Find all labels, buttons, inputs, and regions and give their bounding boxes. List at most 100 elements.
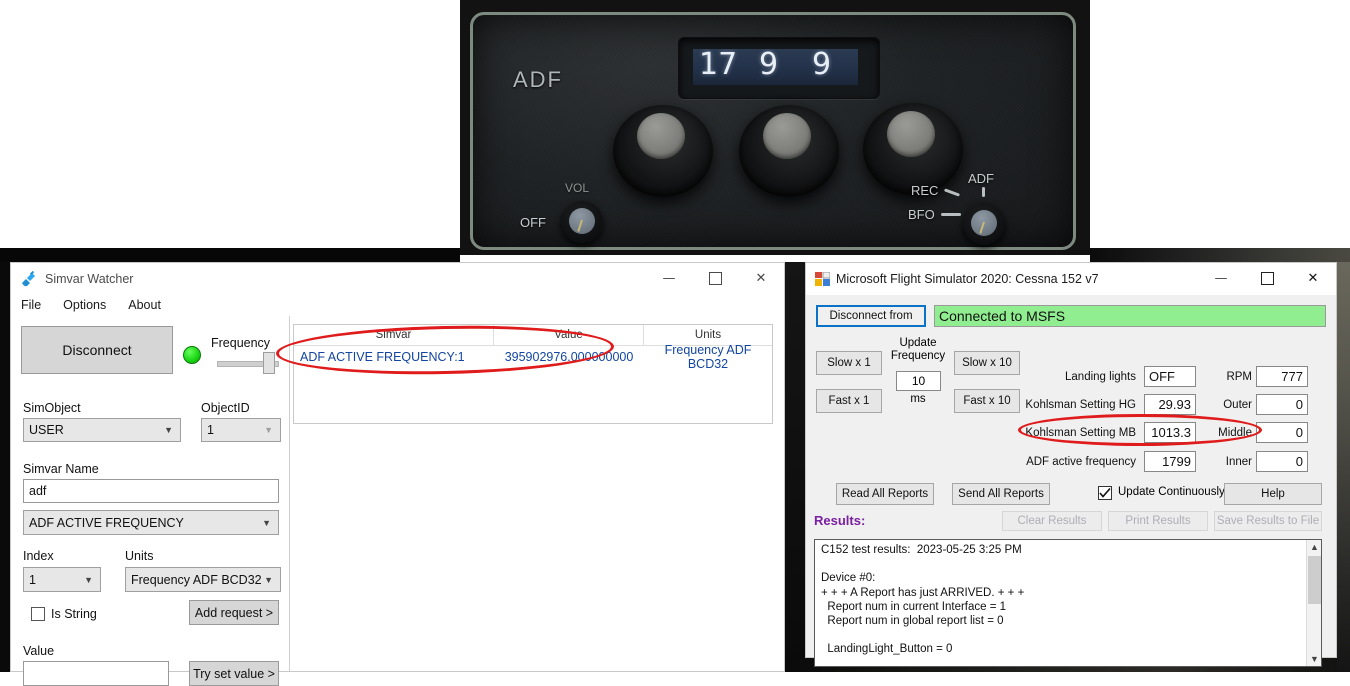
results-textarea[interactable]: C152 test results: 2023-05-25 3:25 PM De… (814, 539, 1322, 667)
is-string-checkbox[interactable] (31, 607, 45, 621)
update-frequency-label: Update Frequency (890, 337, 946, 362)
fast-x1-button[interactable]: Fast x 1 (816, 389, 882, 413)
close-button[interactable]: ✕ (1290, 263, 1336, 294)
scroll-down-icon[interactable]: ▼ (1307, 652, 1321, 666)
knob-cap (763, 113, 811, 159)
is-string-label: Is String (51, 607, 97, 621)
help-button[interactable]: Help (1224, 483, 1322, 505)
update-frequency-input[interactable]: 10 (896, 371, 941, 391)
vol-label: VOL (565, 181, 590, 195)
objectid-select[interactable]: 1 ▼ (201, 418, 281, 442)
knob-cap (637, 113, 685, 159)
simvar-watcher-window[interactable]: Simvar Watcher — ✕ File Options About Di… (10, 262, 785, 686)
annotation-ellipse-adf-frequency (1018, 414, 1262, 446)
inner-value[interactable]: 0 (1256, 451, 1308, 472)
add-request-button[interactable]: Add request > (189, 600, 279, 625)
adf-active-frequency-value[interactable]: 1799 (1144, 451, 1196, 472)
index-select[interactable]: 1 ▼ (23, 567, 101, 592)
connection-status-led (183, 346, 201, 364)
simvar-name-input[interactable]: adf (23, 479, 279, 503)
value-input[interactable] (23, 661, 169, 686)
units-select[interactable]: Frequency ADF BCD32 ▼ (125, 567, 281, 592)
middle-value[interactable]: 0 (1256, 422, 1308, 443)
panel-divider (289, 316, 290, 671)
update-continuously-checkbox[interactable] (1098, 486, 1112, 500)
print-results-button: Print Results (1108, 511, 1208, 531)
menu-item-about[interactable]: About (128, 298, 161, 312)
units-label: Units (125, 549, 154, 563)
adf-frequency-display: 17 9 9 (693, 49, 858, 85)
maximize-button[interactable] (692, 263, 738, 294)
menu-item-file[interactable]: File (21, 298, 41, 312)
adf-active-frequency-label: ADF active frequency (1026, 456, 1136, 468)
results-text: C152 test results: 2023-05-25 3:25 PM De… (821, 544, 1025, 656)
adf-mode-selector-knob[interactable] (963, 203, 1005, 245)
try-set-value-button[interactable]: Try set value > (189, 661, 279, 686)
knob-cap (569, 208, 595, 234)
simobject-select[interactable]: USER ▼ (23, 418, 181, 442)
clear-results-button: Clear Results (1002, 511, 1102, 531)
msfs-window-controls[interactable]: — ✕ (1198, 263, 1336, 294)
scroll-up-icon[interactable]: ▲ (1307, 540, 1321, 554)
outer-value[interactable]: 0 (1256, 394, 1308, 415)
adf-digit-1: 17 (699, 49, 738, 82)
adf-volume-knob[interactable] (561, 201, 603, 243)
bfo-tick (941, 213, 961, 216)
kohlsman-hg-value[interactable]: 29.93 (1144, 394, 1196, 415)
adf-radio-photo: ADF 17 9 9 VOL OFF REC BFO ADF (460, 0, 1090, 255)
close-button[interactable]: ✕ (738, 263, 784, 294)
column-header-units[interactable]: Units (644, 325, 772, 345)
simvar-watcher-titlebar[interactable]: Simvar Watcher — ✕ (11, 263, 784, 294)
msfs-window[interactable]: Microsoft Flight Simulator 2020: Cessna … (805, 262, 1337, 667)
simvar-name-label: Simvar Name (23, 462, 99, 476)
kohlsman-hg-label: Kohlsman Setting HG (1025, 399, 1136, 411)
objectid-value: 1 (207, 423, 214, 437)
desktop-background-right-strip (1337, 262, 1350, 672)
adf-mode-label: ADF (968, 171, 994, 186)
simvar-menubar[interactable]: File Options About (11, 294, 784, 316)
units-value: Frequency ADF BCD32 (131, 572, 262, 587)
adf-tune-knob-3[interactable] (863, 103, 963, 195)
disconnect-button[interactable]: Disconnect (21, 326, 173, 374)
simobject-value: USER (29, 423, 64, 437)
results-label: Results: (814, 513, 866, 528)
save-results-button: Save Results to File (1214, 511, 1322, 531)
adf-tick (982, 187, 985, 197)
scrollbar-thumb[interactable] (1308, 556, 1321, 604)
adf-display-frame: 17 9 9 (678, 37, 880, 99)
simvar-select[interactable]: ADF ACTIVE FREQUENCY ▼ (23, 510, 279, 535)
rpm-value[interactable]: 777 (1256, 366, 1308, 387)
minimize-button[interactable]: — (646, 263, 692, 294)
knob-cap (887, 111, 935, 157)
outer-label: Outer (1223, 399, 1252, 411)
msfs-titlebar[interactable]: Microsoft Flight Simulator 2020: Cessna … (806, 263, 1336, 295)
send-all-reports-button[interactable]: Send All Reports (952, 483, 1050, 505)
desktop-background-left-strip (0, 262, 10, 672)
adf-digit-3: 9 (812, 49, 832, 82)
slow-x1-button[interactable]: Slow x 1 (816, 351, 882, 375)
landing-lights-value[interactable]: OFF (1144, 366, 1196, 387)
adf-digit-2: 9 (759, 49, 779, 82)
frequency-label: Frequency (211, 336, 271, 350)
desktop-background-mid-strip (785, 262, 805, 672)
adf-radio-bezel: ADF 17 9 9 VOL OFF REC BFO ADF (470, 12, 1076, 250)
slow-x10-button[interactable]: Slow x 10 (954, 351, 1020, 375)
adf-tune-knob-1[interactable] (613, 105, 713, 197)
bfo-label: BFO (908, 207, 935, 222)
read-all-reports-button[interactable]: Read All Reports (836, 483, 934, 505)
frequency-slider-thumb[interactable] (263, 352, 275, 374)
adf-tune-knob-2[interactable] (739, 105, 839, 197)
value-label: Value (23, 644, 55, 658)
maximize-button[interactable] (1244, 263, 1290, 294)
rec-label: REC (911, 183, 939, 198)
menu-item-options[interactable]: Options (63, 298, 106, 312)
inner-label: Inner (1225, 456, 1252, 468)
disconnect-from-button[interactable]: Disconnect from (816, 305, 926, 327)
cell-units: Frequency ADF BCD32 (664, 343, 752, 371)
chevron-down-icon: ▼ (84, 574, 93, 585)
adf-panel-photo-area: ADF 17 9 9 VOL OFF REC BFO ADF (0, 0, 1350, 262)
simvar-window-controls[interactable]: — ✕ (646, 263, 784, 294)
simvar-select-value: ADF ACTIVE FREQUENCY (29, 515, 184, 530)
minimize-button[interactable]: — (1198, 263, 1244, 294)
results-scrollbar[interactable]: ▲ ▼ (1306, 540, 1321, 666)
